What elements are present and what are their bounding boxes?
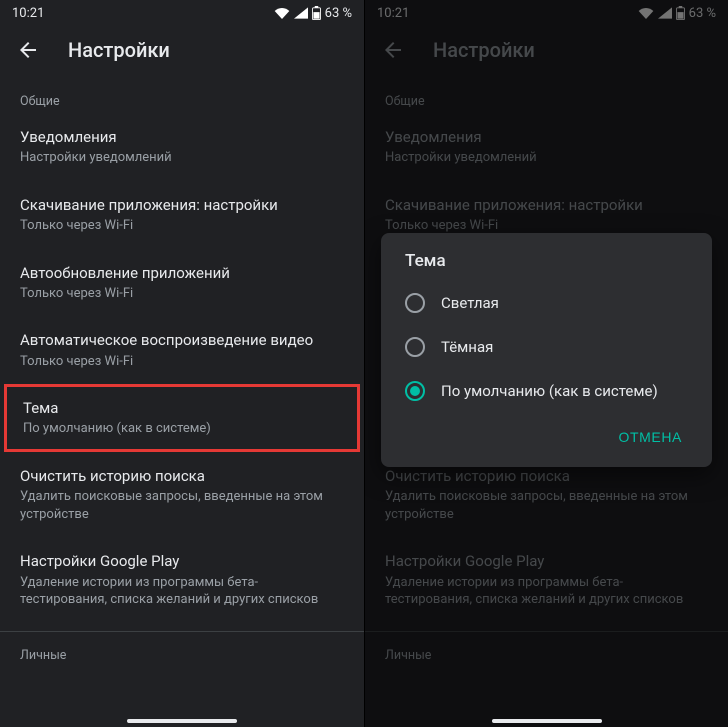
item-sub: Только через Wi-Fi [20,217,344,235]
radio-icon [405,293,425,313]
screenshot-left: 10:21 63 % Настройки Общие Уведомления Н… [0,0,364,727]
item-title: Очистить историю поиска [20,466,344,486]
item-title: Автообновление приложений [20,263,344,283]
item-play-settings[interactable]: Настройки Google Play Удаление истории и… [0,537,364,622]
item-title: Настройки Google Play [20,551,344,571]
item-clear-search[interactable]: Очистить историю поиска Удалить поисковы… [0,452,364,537]
radio-icon [405,381,425,401]
item-download[interactable]: Скачивание приложения: настройки Только … [0,181,364,249]
option-label: Светлая [441,294,499,312]
battery-percent: 63 % [325,6,352,21]
item-title: Скачивание приложения: настройки [20,195,344,215]
theme-option-light[interactable]: Светлая [389,281,704,325]
cancel-button[interactable]: ОТМЕНА [607,421,695,453]
dialog-title: Тема [389,251,704,281]
theme-option-dark[interactable]: Тёмная [389,325,704,369]
item-notifications[interactable]: Уведомления Настройки уведомлений [0,113,364,181]
divider [0,631,364,632]
item-sub: Только через Wi-Fi [20,285,344,303]
section-personal: Личные [0,640,364,667]
signal-icon [294,7,308,19]
option-label: По умолчанию (как в системе) [441,382,658,400]
header-title: Настройки [68,38,170,62]
item-sub: Настройки уведомлений [20,149,344,167]
radio-icon [405,337,425,357]
theme-dialog: Тема Светлая Тёмная По умолчанию (как в … [381,233,712,467]
wifi-icon [274,7,290,19]
statusbar: 10:21 63 % [0,0,364,24]
item-theme[interactable]: Тема По умолчанию (как в системе) [4,384,360,452]
section-general: Общие [0,76,364,113]
item-sub: Удалить поисковые запросы, введенные на … [20,488,344,523]
item-autoplay[interactable]: Автоматическое воспроизведение видео Тол… [0,316,364,384]
screenshot-right: 10:21 63 % Настройки Общие Уведомления Н… [364,0,728,727]
battery-icon [312,6,321,20]
item-title: Автоматическое воспроизведение видео [20,330,344,350]
option-label: Тёмная [441,338,493,356]
item-title: Тема [23,398,341,418]
item-title: Уведомления [20,127,344,147]
clock: 10:21 [12,6,44,21]
theme-option-default[interactable]: По умолчанию (как в системе) [389,369,704,413]
status-icons: 63 % [274,6,352,21]
nav-handle[interactable] [127,719,237,723]
item-sub: Удаление истории из программы бета-тести… [20,574,344,609]
settings-list: Уведомления Настройки уведомлений Скачив… [0,113,364,667]
dialog-actions: ОТМЕНА [389,413,704,459]
back-arrow-icon[interactable] [16,38,40,62]
nav-handle[interactable] [492,719,602,723]
item-autoupdate[interactable]: Автообновление приложений Только через W… [0,249,364,317]
item-sub: По умолчанию (как в системе) [23,420,341,438]
item-sub: Только через Wi-Fi [20,353,344,371]
app-header: Настройки [0,24,364,76]
